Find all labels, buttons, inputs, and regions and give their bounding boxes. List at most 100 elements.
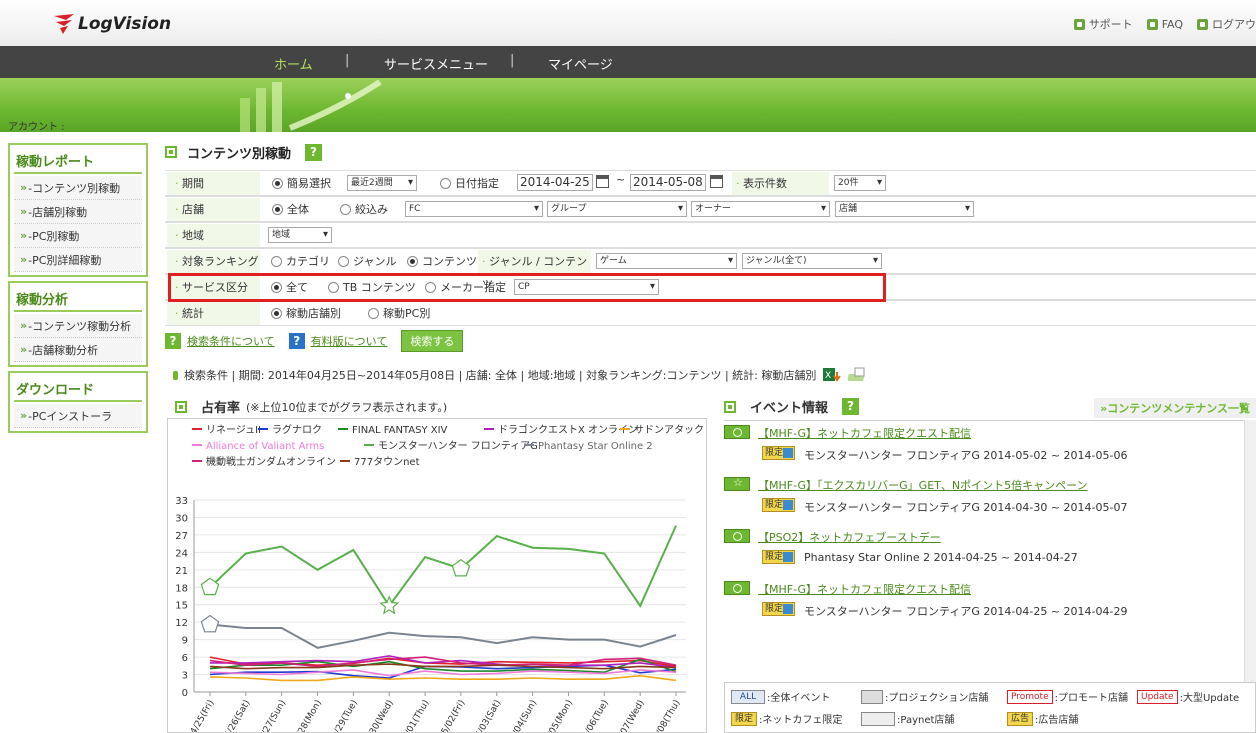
radio-category[interactable]: カテゴリ xyxy=(271,253,330,269)
section-header: コンテンツ別稼動 ? xyxy=(165,140,1256,164)
support-link[interactable]: サポート xyxy=(1073,16,1133,32)
key-label: :広告店舗 xyxy=(1035,715,1079,726)
sidebar-item-content-analysis[interactable]: » -コンテンツ稼動分析 xyxy=(14,314,142,338)
row-label-text: 店舗 xyxy=(182,203,204,216)
radio-date[interactable]: 日付指定 xyxy=(440,175,499,191)
radio-content[interactable]: コンテンツ xyxy=(407,253,477,269)
logout-link[interactable]: ログアウ xyxy=(1197,16,1256,32)
sidebar-item-installer[interactable]: » -PCインストーラ xyxy=(14,404,142,428)
event-link[interactable]: 【PSO2】ネットカフェブーストデー xyxy=(758,529,941,545)
legend-label: ラグナロク xyxy=(272,423,322,436)
arrow-right-icon: » xyxy=(20,229,28,242)
bullet-icon xyxy=(173,370,178,380)
y-tick-label: 0 xyxy=(182,688,188,699)
count-select[interactable]: 20件 xyxy=(834,175,886,191)
svg-text:X: X xyxy=(825,371,831,381)
print-icon[interactable] xyxy=(848,366,870,384)
events-scrollbar[interactable] xyxy=(1244,420,1256,682)
owner-select[interactable]: オーナー xyxy=(691,201,830,217)
event-desc: Phantasy Star Online 2 2014-04-25 ~ 2014… xyxy=(804,551,1078,564)
excel-download-icon[interactable]: X xyxy=(822,366,842,384)
top-links: サポート FAQ ログアウ xyxy=(1073,16,1256,32)
row-label: · 対象ランキング xyxy=(167,250,260,273)
sidebar-group-title: ダウンロード xyxy=(14,376,142,402)
shop-select[interactable]: 店舗 xyxy=(835,201,974,217)
row-label-text: 対象ランキング xyxy=(182,255,259,268)
series-line xyxy=(209,623,677,649)
sidebar-item-store[interactable]: » -店舗別稼動 xyxy=(14,200,142,224)
y-tick-label: 33 xyxy=(175,496,188,507)
nav-separator: | xyxy=(510,53,515,68)
event-link[interactable]: 【MHF-G】ネットカフェ限定クエスト配信 xyxy=(758,425,971,441)
radio-store-filter[interactable]: 絞込み xyxy=(340,201,388,217)
x-tick-label: 05/01(Thu) xyxy=(398,699,432,733)
key-item: :Paynet店舗 xyxy=(861,711,954,726)
promote-badge-icon: Promote xyxy=(1007,689,1053,704)
legend-label: ドラゴンクエストX オンライン xyxy=(498,423,638,436)
genre-all-select[interactable]: ジャンル(全て) xyxy=(742,253,882,269)
sidebar-group-download: ダウンロード » -PCインストーラ xyxy=(8,371,148,433)
calendar-icon[interactable] xyxy=(710,175,723,188)
sidebar-item-label: -店舗稼動分析 xyxy=(28,343,99,357)
maintenance-list-link[interactable]: »コンテンツメンテナンス一覧 xyxy=(1094,398,1256,418)
arrow-right-icon: » xyxy=(20,205,28,218)
sidebar-item-store-analysis[interactable]: » -店舗稼動分析 xyxy=(14,338,142,362)
x-tick-label: 05/08(Thu) xyxy=(649,699,683,733)
sidebar: 稼動レポート » -コンテンツ別稼動 » -店舗別稼動 » -PC別稼動 » -PC別詳… xyxy=(8,143,148,437)
radio-label: 日付指定 xyxy=(455,177,499,190)
nav-service-menu[interactable]: サービスメニュー xyxy=(384,54,488,73)
section-square-icon xyxy=(724,400,736,413)
radio-icon xyxy=(340,203,351,215)
key-label: :プロジェクション店舗 xyxy=(885,693,989,704)
event-circle-icon xyxy=(724,529,750,543)
x-tick-label: 04/27(Sun) xyxy=(255,699,289,733)
bullet-icon: · xyxy=(175,307,182,320)
event-star-icon xyxy=(724,476,750,491)
calendar-icon[interactable] xyxy=(596,175,609,188)
sidebar-item-content[interactable]: » -コンテンツ別稼動 xyxy=(14,176,142,200)
help-icon[interactable]: ? xyxy=(842,398,860,415)
help-icon: ? xyxy=(288,333,305,349)
legend-label: 777タウンnet xyxy=(354,456,420,468)
legend-label: FINAL FANTASY XIV xyxy=(352,425,448,436)
row-label: · 店舗 xyxy=(167,198,260,221)
help-icon[interactable]: ? xyxy=(305,143,323,161)
radio-store-all[interactable]: 全体 xyxy=(272,201,309,217)
x-tick-label: 04/29(Tue) xyxy=(327,699,360,733)
radio-genre[interactable]: ジャンル xyxy=(338,253,396,269)
about-search-link[interactable]: 検索条件について xyxy=(187,333,275,349)
sidebar-item-pc-detail[interactable]: » -PC別詳細稼動 xyxy=(14,248,142,272)
about-paid-link[interactable]: 有料版について xyxy=(311,333,388,349)
main-content: コンテンツ別稼動 ? · 期間 簡易選択 最近2週間 日付指定 2014-04-… xyxy=(165,140,1256,382)
region-select[interactable]: 地域 xyxy=(268,227,332,243)
group-select[interactable]: グループ xyxy=(547,201,687,217)
date-to-input[interactable]: 2014-05-08 xyxy=(630,174,706,191)
radio-label: コンテンツ xyxy=(422,255,477,268)
faq-label: FAQ xyxy=(1161,17,1183,31)
fc-select[interactable]: FC xyxy=(405,201,543,217)
event-link[interactable]: 【MHF-G】ネットカフェ限定クエスト配信 xyxy=(758,581,971,597)
sidebar-group-title: 稼動分析 xyxy=(14,286,142,312)
row-label: · 地域 xyxy=(167,224,260,247)
sidebar-item-pc[interactable]: » -PC別稼動 xyxy=(14,224,142,248)
y-tick-label: 6 xyxy=(182,653,188,664)
nav-mypage[interactable]: マイページ xyxy=(548,54,613,73)
nav-separator: | xyxy=(345,53,350,68)
support-label: サポート xyxy=(1088,18,1133,31)
nav-home[interactable]: ホーム xyxy=(274,54,313,73)
search-button[interactable]: 検索する xyxy=(401,330,464,352)
radio-by-store[interactable]: 稼動店舗別 xyxy=(271,305,341,321)
sidebar-item-label: -コンテンツ稼動分析 xyxy=(28,319,132,333)
simple-period-select[interactable]: 最近2週間 xyxy=(347,175,417,191)
radio-label: 稼動PC別 xyxy=(383,307,431,320)
faq-link[interactable]: FAQ xyxy=(1146,16,1183,32)
event-link[interactable]: 【MHF-G】「エクスカリバーG」GET、Nポイント5倍キャンペーン xyxy=(758,477,1088,493)
point-marker xyxy=(200,614,220,633)
radio-by-pc[interactable]: 稼動PC別 xyxy=(368,305,430,321)
game-select[interactable]: ゲーム xyxy=(596,253,737,269)
date-from-input[interactable]: 2014-04-25 xyxy=(517,174,593,191)
radio-simple[interactable]: 簡易選択 xyxy=(272,175,331,191)
radio-label: 絞込み xyxy=(355,203,388,216)
logo[interactable]: LogVision xyxy=(52,10,171,38)
row-label-text: 統計 xyxy=(182,307,204,320)
